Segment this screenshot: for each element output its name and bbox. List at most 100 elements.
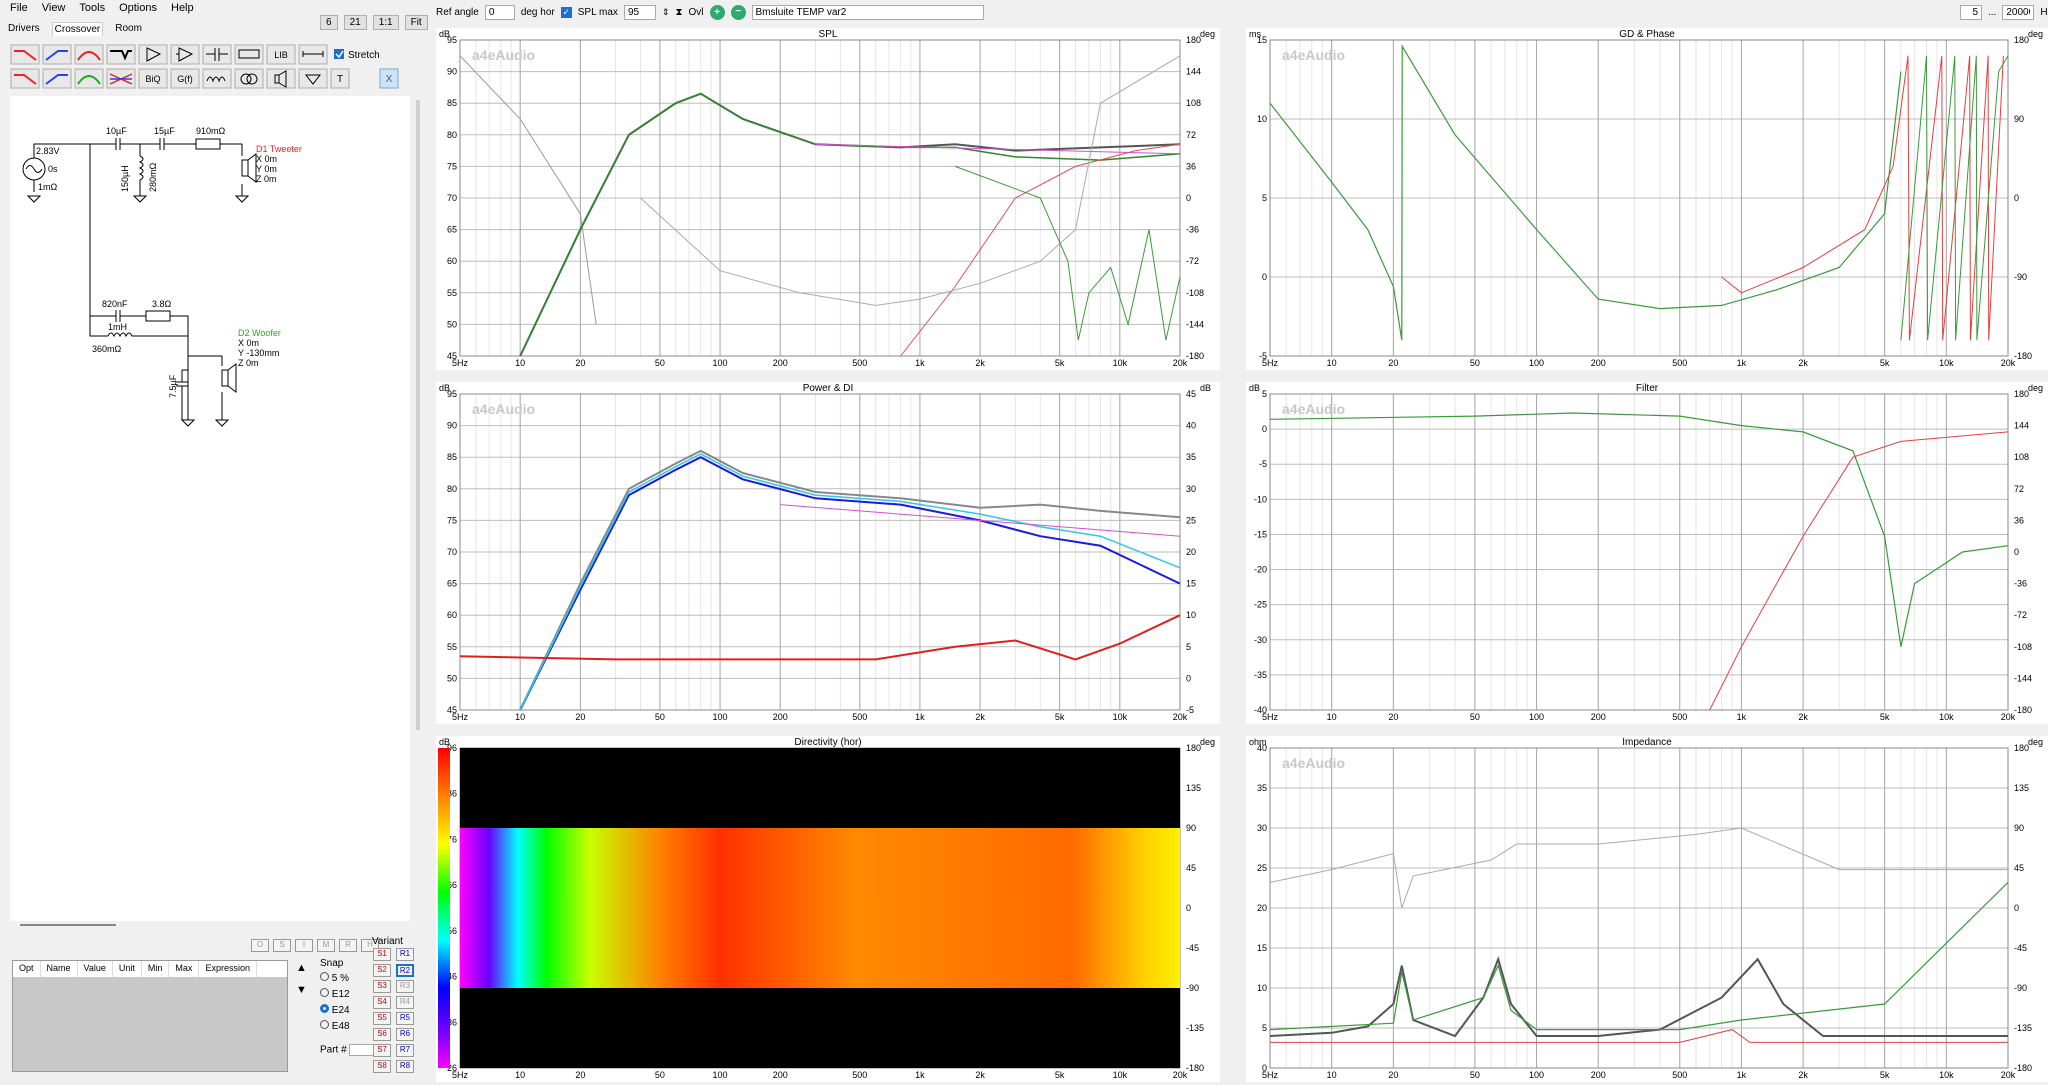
s-button[interactable]: S xyxy=(273,939,291,952)
y2-tick-label: 180 xyxy=(2014,35,2029,45)
variant-s5-button[interactable]: S5 xyxy=(373,1012,391,1025)
variant-s1-button[interactable]: S1 xyxy=(373,948,391,961)
x-button[interactable]: X xyxy=(379,68,399,89)
remove-overlay-icon[interactable]: − xyxy=(730,4,746,20)
variant-s4-button[interactable]: S4 xyxy=(373,996,391,1009)
tab-room[interactable]: Room xyxy=(113,22,144,36)
woofer-label[interactable]: D2 Woofer xyxy=(238,328,281,338)
menu-view[interactable]: View xyxy=(42,2,66,16)
schematic-canvas[interactable]: 2.83V 0s 1mΩ 10µF 15µF 910mΩ 150µH 280mΩ… xyxy=(10,96,410,921)
l2-resistance[interactable]: 360mΩ xyxy=(92,344,122,354)
variant-r7-button[interactable]: R7 xyxy=(396,1044,414,1057)
menu-help[interactable]: Help xyxy=(171,2,194,16)
properties-table[interactable]: Opt Name Value Unit Min Max Expression xyxy=(12,960,288,1072)
o-button[interactable]: O xyxy=(251,939,269,952)
variant-s8-button[interactable]: S8 xyxy=(373,1060,391,1073)
x-tick-label: 20k xyxy=(2001,358,2016,368)
tab-crossover[interactable]: Crossover xyxy=(51,22,104,36)
stretch-checkbox[interactable] xyxy=(334,49,344,59)
filt-panel[interactable]: Filter dB deg 5 0 -5 -10 -15 -20 -25 -30 -35 -40 180 1… xyxy=(1246,382,2048,724)
i-button[interactable]: I xyxy=(295,939,313,952)
freq-high-input[interactable] xyxy=(2002,4,2035,20)
bandpass-icon[interactable] xyxy=(74,44,104,65)
pw-panel[interactable]: Power & DI dB dB 95 90 85 80 75 70 65 60 55 50 45 45 40… xyxy=(436,382,1220,724)
zoom-21-button[interactable]: 21 xyxy=(343,15,367,30)
variant-r2-button[interactable]: R2 xyxy=(396,964,414,977)
c4-value[interactable]: 7.5µF xyxy=(168,374,178,398)
add-overlay-icon[interactable]: + xyxy=(709,4,725,20)
bandpass2-icon[interactable] xyxy=(74,68,104,89)
dir-y2-unit: deg xyxy=(1200,737,1215,747)
variant-r8-button[interactable]: R8 xyxy=(396,1060,414,1073)
allpass-icon[interactable] xyxy=(106,68,136,89)
gf-button[interactable]: G(f) xyxy=(170,68,200,89)
ground-icon[interactable] xyxy=(298,68,328,89)
driver-icon[interactable] xyxy=(266,68,296,89)
zoom-fit-button[interactable]: Fit xyxy=(404,15,428,30)
r-button[interactable]: R xyxy=(339,939,357,952)
wire-icon[interactable] xyxy=(298,44,328,65)
l2-value[interactable]: 1mH xyxy=(108,322,127,332)
filter-woofer-curve xyxy=(1269,412,2009,647)
x-tick-label: 200 xyxy=(773,1070,788,1080)
resistor-icon[interactable] xyxy=(234,44,264,65)
t-button[interactable]: T xyxy=(330,68,350,89)
lowpass-icon[interactable] xyxy=(10,44,40,65)
menu-tools[interactable]: Tools xyxy=(79,2,105,16)
transformer-icon[interactable] xyxy=(234,68,264,89)
x-tick-label: 50 xyxy=(1470,358,1480,368)
lowpass2-icon[interactable] xyxy=(10,68,40,89)
spl-max-checkbox[interactable]: ✓ xyxy=(560,6,572,18)
library-button[interactable]: LIB xyxy=(266,44,296,65)
watermark: a4eAudio xyxy=(1282,755,1345,771)
l1-value[interactable]: 150µH xyxy=(120,165,130,192)
spl-max-input[interactable] xyxy=(623,4,656,20)
capacitor-icon[interactable] xyxy=(202,44,232,65)
spl-max-spinner-icon[interactable]: ⇕ xyxy=(662,7,670,18)
biquad-button[interactable]: BiQ xyxy=(138,68,168,89)
notch-icon[interactable] xyxy=(106,44,136,65)
variant-r5-button[interactable]: R5 xyxy=(396,1012,414,1025)
freq-low-input[interactable] xyxy=(1960,4,1982,20)
splitter[interactable] xyxy=(20,924,116,926)
variant-s6-button[interactable]: S6 xyxy=(373,1028,391,1041)
menu-options[interactable]: Options xyxy=(119,2,157,16)
highpass-icon[interactable] xyxy=(42,44,72,65)
power-onaxis-curve xyxy=(519,449,1181,711)
buffer-icon[interactable] xyxy=(170,44,200,65)
tab-drivers[interactable]: Drivers xyxy=(6,22,42,36)
x-tick-label: 200 xyxy=(1591,358,1606,368)
c2-value[interactable]: 15µF xyxy=(154,126,175,136)
variant-r1-button[interactable]: R1 xyxy=(396,948,414,961)
ref-angle-input[interactable] xyxy=(484,4,515,20)
m-button[interactable]: M xyxy=(317,939,335,952)
variant-r4-button[interactable]: R4 xyxy=(396,996,414,1009)
hourglass-icon[interactable]: ⧗ xyxy=(675,7,682,18)
variant-s7-button[interactable]: S7 xyxy=(373,1044,391,1057)
inductor-icon[interactable] xyxy=(202,68,232,89)
col-min: Min xyxy=(142,961,170,977)
zoom-6-button[interactable]: 6 xyxy=(320,15,338,30)
amplifier-icon[interactable] xyxy=(138,44,168,65)
imp-panel[interactable]: Impedance ohm deg 40 35 30 25 20 15 10 5 0 180 135 90 4… xyxy=(1246,736,2048,1082)
move-up-icon[interactable]: ▲ xyxy=(296,962,307,974)
variant-s3-button[interactable]: S3 xyxy=(373,980,391,993)
variant-s2-button[interactable]: S2 xyxy=(373,964,391,977)
spl-panel[interactable]: SPL dB deg 95 90 85 80 75 70 65 60 55 50 45 180 144 108 7… xyxy=(436,28,1220,370)
highpass2-icon[interactable] xyxy=(42,68,72,89)
menu-file[interactable]: File xyxy=(10,2,28,16)
zoom-1to1-button[interactable]: 1:1 xyxy=(372,15,399,30)
variant-r3-button[interactable]: R3 xyxy=(396,980,414,993)
schematic-scrollbar[interactable] xyxy=(416,100,420,730)
l1-resistance[interactable]: 280mΩ xyxy=(148,162,158,192)
move-down-icon[interactable]: ▼ xyxy=(296,984,307,996)
r1-value[interactable]: 910mΩ xyxy=(196,126,226,136)
tweeter-label[interactable]: D1 Tweeter xyxy=(256,144,302,154)
gd-panel[interactable]: GD & Phase ms deg 15 10 5 0 -5 180 90 0 -90 -180 5Hz 1… xyxy=(1246,28,2048,370)
c1-value[interactable]: 10µF xyxy=(106,126,127,136)
variant-r6-button[interactable]: R6 xyxy=(396,1028,414,1041)
project-name-input[interactable] xyxy=(751,4,984,20)
r2-value[interactable]: 3.8Ω xyxy=(152,299,172,309)
dir-panel[interactable]: Directivity (hor) dB deg 96 86 76 66 56 46 36 26 18… xyxy=(436,736,1220,1082)
c3-value[interactable]: 820nF xyxy=(102,299,128,309)
